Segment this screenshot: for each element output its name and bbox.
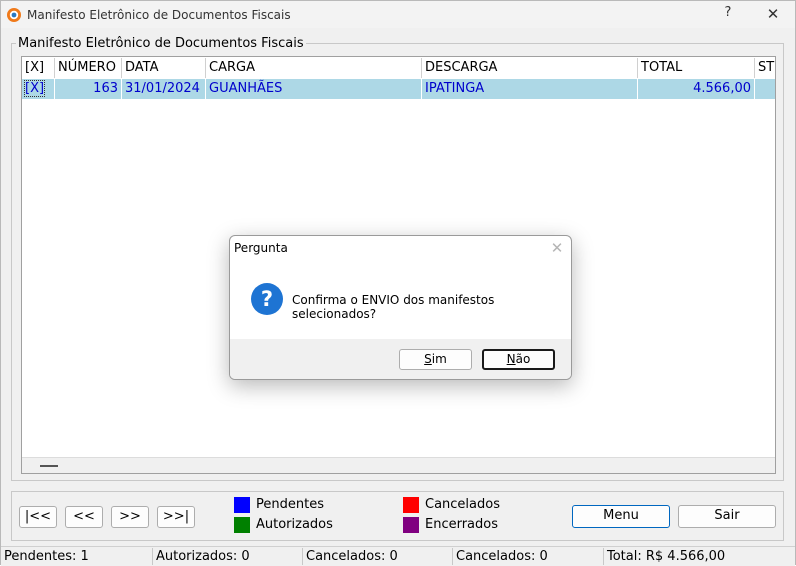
no-button[interactable]: Não — [482, 349, 555, 370]
legend-swatch-pendentes — [234, 497, 250, 513]
grid-header: [X] NÚMERO DATA CARGA DESCARGA TOTAL ST — [22, 58, 775, 78]
status-cancelados-2: Cancelados: 0 — [452, 548, 602, 565]
status-autorizados: Autorizados: 0 — [152, 548, 302, 565]
exit-button[interactable]: Sair — [678, 505, 776, 528]
question-icon: ? — [251, 283, 283, 315]
row-descarga-cell: IPATINGA — [422, 79, 638, 99]
legend-label-autorizados: Autorizados — [256, 517, 333, 532]
previous-record-button[interactable]: << — [65, 506, 103, 528]
row-st-cell — [755, 79, 775, 99]
group-title: Manifesto Eletrônico de Documentos Fisca… — [16, 36, 306, 51]
status-pendentes: Pendentes: 1 — [4, 549, 89, 564]
window-close-button[interactable]: ✕ — [763, 5, 783, 23]
table-row[interactable]: [X] 163 31/01/2024 GUANHÃES IPATINGA 4.5… — [22, 79, 775, 99]
row-numero-cell: 163 — [55, 79, 122, 99]
yes-button[interactable]: Sim — [399, 349, 472, 370]
no-button-label: ão — [515, 352, 531, 366]
legend-label-cancelados: Cancelados — [425, 497, 500, 512]
status-cancelados: Cancelados: 0 — [302, 548, 452, 565]
title-bar[interactable]: Manifesto Eletrônico de Documentos Fisca… — [1, 1, 795, 28]
row-check-cell[interactable]: [X] — [22, 79, 55, 99]
column-header-data[interactable]: DATA — [122, 58, 206, 78]
legend-swatch-autorizados — [234, 517, 250, 533]
next-record-button[interactable]: >> — [111, 506, 149, 528]
column-header-total[interactable]: TOTAL — [638, 58, 755, 78]
first-record-button[interactable]: |<< — [19, 506, 57, 528]
legend-label-encerrados: Encerrados — [425, 517, 499, 532]
legend-swatch-encerrados — [403, 517, 419, 533]
dialog-close-icon[interactable]: ✕ — [548, 239, 566, 257]
column-header-descarga[interactable]: DESCARGA — [422, 58, 638, 78]
last-record-button[interactable]: >>| — [157, 506, 195, 528]
help-button[interactable]: ? — [719, 5, 737, 23]
row-carga-cell: GUANHÃES — [206, 79, 422, 99]
yes-button-accel: S — [424, 352, 432, 366]
legend-swatch-cancelados — [403, 497, 419, 513]
column-header-check[interactable]: [X] — [22, 58, 55, 78]
yes-button-label: im — [431, 352, 447, 366]
dialog-message: Confirma o ENVIO dos manifestos selecion… — [292, 293, 495, 321]
column-header-numero[interactable]: NÚMERO — [55, 58, 122, 78]
dialog-footer: Sim Não — [230, 339, 571, 379]
grid-footer — [22, 457, 775, 473]
dialog-title: Pergunta — [234, 241, 288, 255]
status-bar: Pendentes: 1 Autorizados: 0 Cancelados: … — [1, 546, 795, 566]
legend-label-pendentes: Pendentes — [256, 497, 324, 512]
window-title: Manifesto Eletrônico de Documentos Fisca… — [27, 8, 291, 22]
confirm-dialog: Pergunta ✕ ? Confirma o ENVIO dos manife… — [229, 235, 572, 380]
column-header-carga[interactable]: CARGA — [206, 58, 422, 78]
row-data-cell: 31/01/2024 — [122, 79, 206, 99]
row-checkbox[interactable]: [X] — [24, 80, 46, 97]
menu-button[interactable]: Menu — [572, 505, 670, 528]
app-logo-icon — [7, 8, 21, 22]
row-total-cell: 4.566,00 — [638, 79, 755, 99]
grid-footer-dash — [40, 465, 58, 467]
status-total: Total: R$ 4.566,00 — [603, 548, 793, 565]
column-header-st[interactable]: ST — [755, 58, 775, 78]
no-button-accel: N — [506, 352, 516, 366]
